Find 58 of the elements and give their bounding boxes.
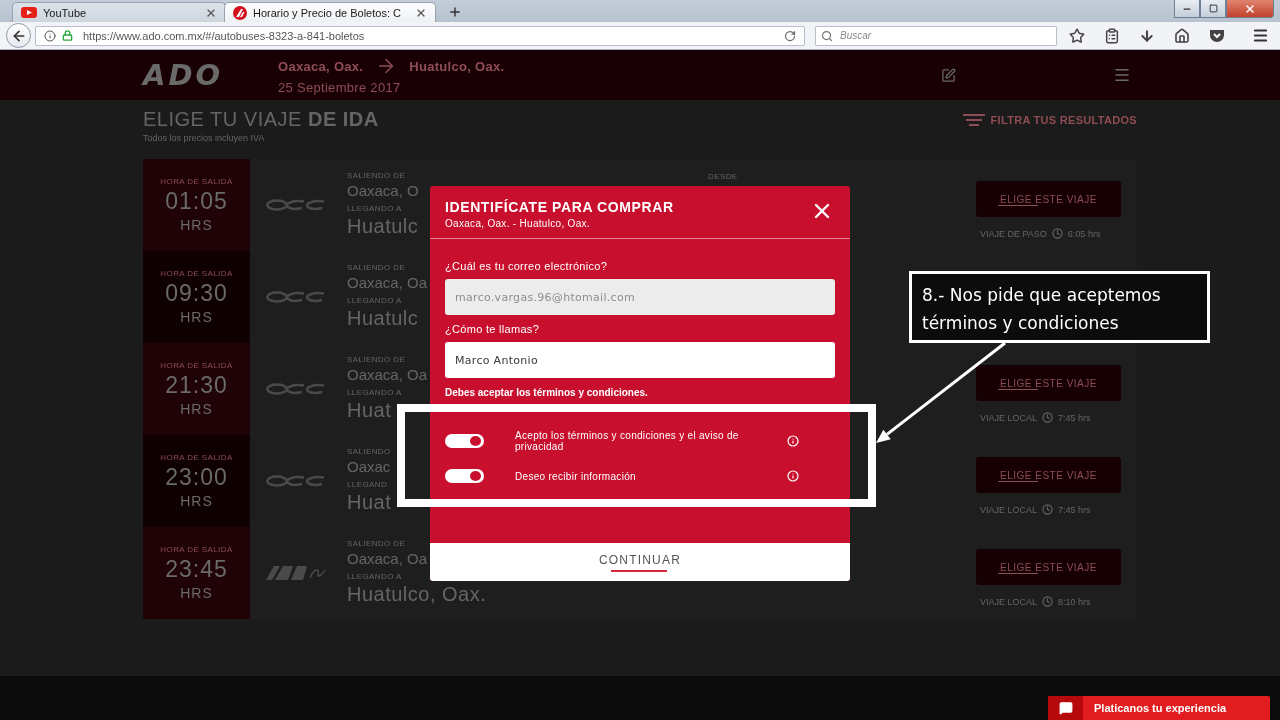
callout-text: 8.- Nos pide que aceptemos términos y condiciones — [922, 284, 1162, 335]
hours-unit: HRS — [180, 493, 213, 509]
travel-date: 25 Septiembre 2017 — [278, 80, 401, 95]
departure-time: 21:30 — [165, 372, 228, 399]
departure-time: 09:30 — [165, 280, 228, 307]
toggle-label: Acepto los términos y condiciones y el aviso de privacidad — [515, 430, 740, 452]
destination-city: Huatulco, Oax. — [347, 582, 487, 606]
departure-time: 23:45 — [165, 556, 228, 583]
destination-city: Huat — [347, 398, 392, 422]
destination-city: Huat — [347, 490, 392, 514]
departure-time: 01:05 — [165, 188, 228, 215]
page-title: ELIGE TU VIAJE DE IDA — [143, 108, 379, 130]
error-message: Debes aceptar los términos y condiciones. — [445, 387, 648, 398]
departure-label: HORA DE SALIDA — [160, 545, 233, 554]
origin-label: SALIENDO DE — [347, 355, 406, 365]
origin-label: SALIENDO DE — [347, 539, 406, 549]
destination-city: Huatulc — [347, 214, 419, 238]
departure-label: HORA DE SALIDA — [160, 177, 233, 186]
hours-unit: HRS — [180, 309, 213, 325]
trip-type: VIAJE LOCAL — [980, 596, 1038, 607]
tax-note: Todos los precios incluyen IVA — [143, 133, 265, 143]
origin-label: SALIENDO DE — [347, 171, 406, 181]
origin-city: Oaxac — [347, 457, 391, 476]
field-label: ¿Cómo te llamas? — [445, 323, 540, 336]
toggle-label: Deseo recibir información — [515, 470, 637, 482]
hours-unit: HRS — [180, 217, 213, 233]
origin-city: Oaxaca, Oa — [347, 273, 428, 292]
trip-duration: 7:45 hrs — [1058, 412, 1091, 423]
trip-type: VIAJE LOCAL — [980, 412, 1038, 423]
origin-city: Oaxaca, Oa — [347, 365, 428, 384]
hours-unit: HRS — [180, 401, 213, 417]
origin-label: SALIENDO DE — [347, 263, 406, 273]
dialog-route: Oaxaca, Oax. - Huatulco, Oax. — [445, 218, 590, 229]
trip-duration: 6:05 hrs — [1067, 228, 1101, 239]
destination-city: Huatulco, Oax. — [409, 58, 505, 74]
departure-time: 23:00 — [165, 464, 228, 491]
hours-unit: HRS — [180, 585, 213, 601]
trip-duration: 7:45 hrs — [1058, 504, 1091, 515]
destination-label: LLEGAND — [347, 480, 388, 490]
dialog-title: IDENTIFÍCATE PARA COMPRAR — [445, 199, 674, 215]
url-text: https://www.ado.com.mx/#/autobuses-8323-a-841-boletos — [83, 29, 366, 42]
departure-label: HORA DE SALIDA — [160, 269, 233, 278]
destination-label: LLEGANDO A — [347, 572, 402, 582]
field-label: ¿Cuál es tu correo electrónico? — [445, 260, 608, 273]
origin-city: Oaxaca, O — [347, 181, 419, 200]
trip-type: VIAJE LOCAL — [980, 504, 1038, 515]
origin-city: Oaxaca, Oa — [347, 549, 428, 568]
trip-duration: 8:10 hrs — [1058, 596, 1091, 607]
departure-label: HORA DE SALIDA — [160, 453, 233, 462]
destination-label: LLEGANDO A — [347, 204, 402, 214]
destination-city: Huatulc — [347, 306, 419, 330]
price-label: DESDE — [708, 172, 738, 182]
origin-label: SALIENDO — [347, 447, 391, 457]
origin-city: Oaxaca, Oax. — [278, 58, 364, 74]
destination-label: LLEGANDO A — [347, 296, 402, 306]
destination-label: LLEGANDO A — [347, 388, 402, 398]
trip-type: VIAJE DE PASO — [980, 228, 1047, 239]
departure-label: HORA DE SALIDA — [160, 361, 233, 370]
